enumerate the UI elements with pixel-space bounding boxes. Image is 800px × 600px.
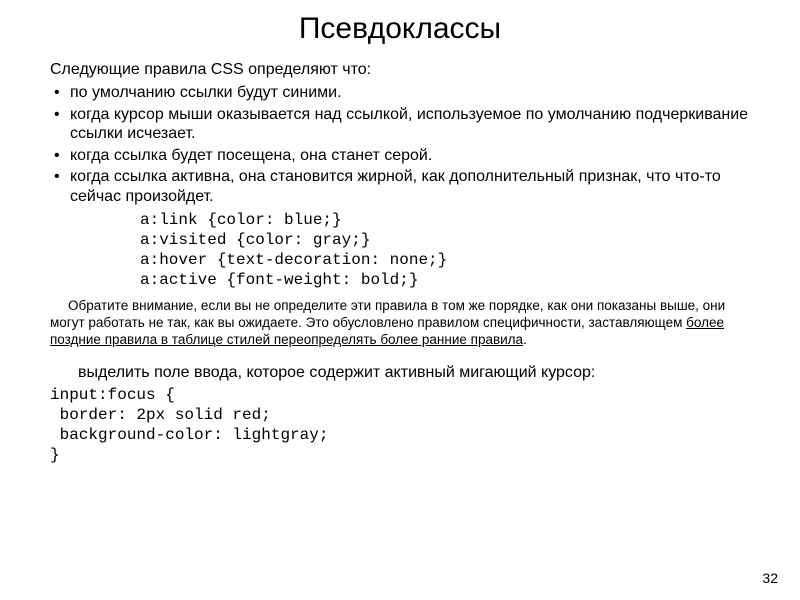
- list-item: по умолчанию ссылки будут синими.: [50, 83, 750, 103]
- code-line: a:active {font-weight: bold;}: [140, 271, 418, 289]
- bullet-list: по умолчанию ссылки будут синими. когда …: [50, 83, 750, 206]
- code-line: a:visited {color: gray;}: [140, 231, 370, 249]
- note-text: Обратите внимание, если вы не определите…: [50, 298, 750, 349]
- code-block-focus: input:focus { border: 2px solid red; bac…: [50, 385, 750, 465]
- note-plain: Обратите внимание, если вы не определите…: [50, 298, 725, 330]
- code-line: border: 2px solid red;: [50, 406, 271, 424]
- code-block-pseudoclasses: a:link {color: blue;} a:visited {color: …: [50, 210, 750, 290]
- intro-text: Следующие правила CSS определяют что:: [50, 60, 750, 80]
- note-end: .: [523, 332, 527, 347]
- page-number: 32: [762, 570, 778, 586]
- code-line: }: [50, 446, 60, 464]
- list-item: когда курсор мыши оказывается над ссылко…: [50, 105, 750, 144]
- list-item: когда ссылка будет посещена, она станет …: [50, 146, 750, 166]
- code-line: a:link {color: blue;}: [140, 211, 342, 229]
- code-line: input:focus {: [50, 386, 175, 404]
- focus-intro: выделить поле ввода, которое содержит ак…: [50, 363, 750, 383]
- slide-title: Псевдоклассы: [50, 12, 750, 46]
- code-line: background-color: lightgray;: [50, 426, 328, 444]
- code-line: a:hover {text-decoration: none;}: [140, 251, 447, 269]
- list-item: когда ссылка активна, она становится жир…: [50, 167, 750, 206]
